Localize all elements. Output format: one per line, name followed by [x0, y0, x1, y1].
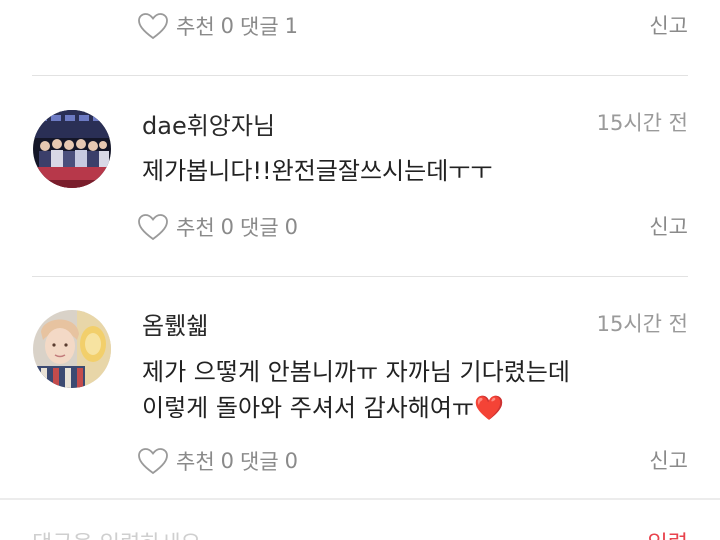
reply-label[interactable]: 댓글	[240, 446, 279, 476]
comment-actions: 추천 0 댓글 0	[137, 210, 298, 244]
comment-actions: 추천 0 댓글 1	[137, 9, 298, 43]
like-label[interactable]: 추천	[176, 11, 215, 41]
report-button[interactable]: 신고	[649, 9, 688, 43]
comment-list-screen: 추천 0 댓글 1 신고 dae휘앙자님 15시간 전 제가봅니다!!완전글잘쓰…	[0, 0, 720, 540]
heart-icon[interactable]	[137, 446, 169, 476]
divider	[0, 498, 720, 500]
like-count: 0	[220, 449, 235, 473]
divider	[32, 75, 688, 76]
reply-count: 0	[284, 449, 299, 473]
divider	[32, 276, 688, 277]
like-count: 0	[220, 14, 235, 38]
comment-text: 제가봅니다!!완전글잘쓰시는데ㅜㅜ	[142, 153, 492, 189]
submit-button[interactable]: 입력	[648, 526, 688, 540]
report-button[interactable]: 신고	[649, 444, 688, 478]
avatar[interactable]	[33, 310, 111, 388]
comment-text: 제가 으떻게 안봄니까ㅠ 자까님 기다렸는데 이렇게 돌아와 주셔서 감사해여ㅠ…	[142, 354, 570, 426]
avatar[interactable]	[33, 110, 111, 188]
like-label[interactable]: 추천	[176, 212, 215, 242]
comment-text-line: 제가봅니다!!완전글잘쓰시는데ㅜㅜ	[142, 157, 493, 185]
like-label[interactable]: 추천	[176, 446, 215, 476]
comment-text-line: 이렇게 돌아와 주셔서 감사해여ㅠ❤️	[142, 394, 504, 422]
heart-icon[interactable]	[137, 212, 169, 242]
username[interactable]: 옴뤬쉛	[142, 310, 208, 342]
comment-text-line: 제가 으떻게 안봄니까ㅠ 자까님 기다렸는데	[142, 358, 570, 386]
timestamp: 15시간 전	[596, 312, 688, 336]
reply-label[interactable]: 댓글	[240, 11, 279, 41]
like-count: 0	[220, 215, 235, 239]
reply-label[interactable]: 댓글	[240, 212, 279, 242]
comment-actions: 추천 0 댓글 0	[137, 444, 298, 478]
reply-count: 1	[284, 14, 299, 38]
heart-icon[interactable]	[137, 11, 169, 41]
comment-input[interactable]: 댓글을 입력하세요	[32, 526, 201, 540]
report-button[interactable]: 신고	[649, 210, 688, 244]
username[interactable]: dae휘앙자님	[142, 110, 275, 142]
timestamp: 15시간 전	[596, 111, 688, 135]
reply-count: 0	[284, 215, 299, 239]
